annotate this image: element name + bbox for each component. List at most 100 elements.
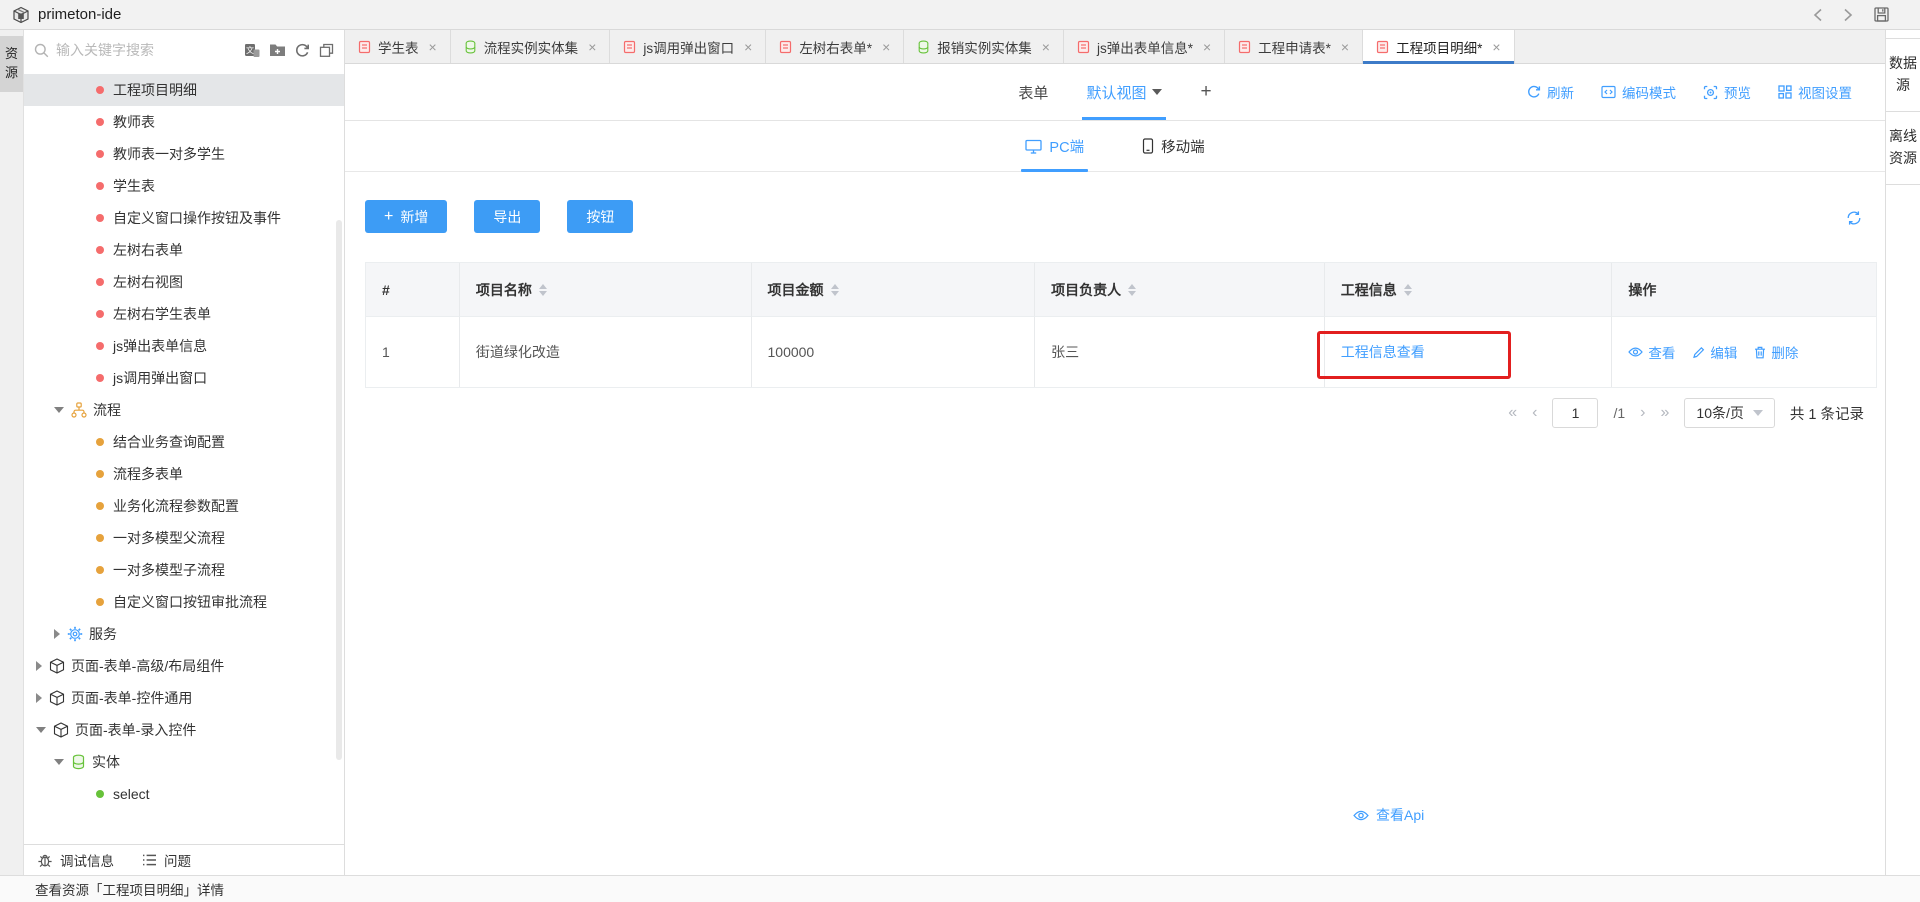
tree-item-one-to-many-parent[interactable]: 一对多模型父流程 <box>24 522 344 554</box>
tree-item-one-to-many-child[interactable]: 一对多模型子流程 <box>24 554 344 586</box>
sync-icon[interactable] <box>1846 210 1862 226</box>
tree-item-custom-approve-process[interactable]: 自定义窗口按钮审批流程 <box>24 586 344 618</box>
tab-student-table[interactable]: 学生表 × <box>345 30 451 63</box>
expand-caret-icon[interactable] <box>54 407 64 413</box>
tree-item-project-detail[interactable]: 工程项目明细 <box>24 74 344 106</box>
close-icon[interactable]: × <box>429 39 437 55</box>
tree-node-entity[interactable]: 实体 <box>24 746 344 778</box>
add-view-button[interactable]: + <box>1200 81 1211 103</box>
close-icon[interactable]: × <box>1042 39 1050 55</box>
refresh-icon[interactable] <box>295 43 310 58</box>
code-window-icon <box>1601 85 1616 99</box>
page-number-input[interactable]: 1 <box>1552 398 1598 428</box>
offline-resources-rail-tab[interactable]: 离线资源 <box>1886 112 1920 185</box>
tree-item-biz-query-config[interactable]: 结合业务查询配置 <box>24 426 344 458</box>
tree-item-biz-process-params[interactable]: 业务化流程参数配置 <box>24 490 344 522</box>
edit-row-button[interactable]: 编辑 <box>1692 342 1737 362</box>
sidebar-scrollbar[interactable] <box>336 220 342 760</box>
tree-node-page-input-controls[interactable]: 页面-表单-录入控件 <box>24 714 344 746</box>
sort-icon[interactable] <box>831 284 839 296</box>
first-page-button[interactable]: « <box>1508 404 1517 422</box>
collapse-caret-icon[interactable] <box>36 661 42 671</box>
tree-item-process-multi-form[interactable]: 流程多表单 <box>24 458 344 490</box>
tree-item-js-popup-form-info[interactable]: js弹出表单信息 <box>24 330 344 362</box>
collapse-all-icon[interactable] <box>319 43 334 58</box>
form-icon <box>623 40 636 54</box>
tree-item-js-call-popup[interactable]: js调用弹出窗口 <box>24 362 344 394</box>
tree-item-custom-window-buttons[interactable]: 自定义窗口操作按钮及事件 <box>24 202 344 234</box>
code-mode-button[interactable]: 编码模式 <box>1601 82 1676 102</box>
cell-actions: 查看 编辑 删除 <box>1612 316 1876 387</box>
view-row-button[interactable]: 查看 <box>1628 342 1675 362</box>
problems-button[interactable]: 问题 <box>142 850 191 870</box>
close-icon[interactable]: × <box>1492 39 1500 55</box>
column-header-project-name[interactable]: 项目名称 <box>460 263 752 316</box>
tree-node-services[interactable]: 服务 <box>24 618 344 650</box>
add-button[interactable]: + 新增 <box>365 200 447 233</box>
prev-page-button[interactable]: ‹ <box>1532 404 1537 422</box>
folder-add-icon[interactable] <box>269 43 286 57</box>
collapse-caret-icon[interactable] <box>54 629 60 639</box>
sort-icon[interactable] <box>539 284 547 296</box>
tab-mobile[interactable]: 移动端 <box>1142 136 1205 157</box>
add-button-label: 新增 <box>400 207 428 227</box>
column-header-engineering-info[interactable]: 工程信息 <box>1325 263 1613 316</box>
tree-item-label: 页面-表单-控件通用 <box>71 688 192 708</box>
tab-left-tree-right-form[interactable]: 左树右表单* × <box>766 30 904 63</box>
delete-row-button[interactable]: 删除 <box>1754 342 1798 362</box>
close-icon[interactable]: × <box>1341 39 1349 55</box>
tree-item-label: 一对多模型父流程 <box>113 528 225 548</box>
resources-rail-tab[interactable]: 资源 <box>0 36 23 92</box>
close-icon[interactable]: × <box>1203 39 1211 55</box>
tree-node-process[interactable]: 流程 <box>24 394 344 426</box>
tab-process-instance-entities[interactable]: 流程实例实体集 × <box>451 30 611 63</box>
back-button[interactable] <box>1813 8 1823 22</box>
column-header-project-amount[interactable]: 项目金额 <box>752 263 1036 316</box>
tree-item-left-tree-student-form[interactable]: 左树右学生表单 <box>24 298 344 330</box>
tab-pc[interactable]: PC端 <box>1025 136 1084 157</box>
column-header-project-owner[interactable]: 项目负责人 <box>1035 263 1325 316</box>
sort-icon[interactable] <box>1404 284 1412 296</box>
export-button[interactable]: 导出 <box>474 200 540 233</box>
save-button[interactable] <box>1873 6 1890 23</box>
tab-js-popup-form-info[interactable]: js弹出表单信息* × <box>1064 30 1225 63</box>
tree-item-teacher-students[interactable]: 教师表一对多学生 <box>24 138 344 170</box>
view-api-link[interactable]: 查看Api <box>1353 805 1424 825</box>
orange-dot-icon <box>96 438 104 446</box>
plus-icon: + <box>384 209 393 225</box>
close-icon[interactable]: × <box>744 39 752 55</box>
debug-info-button[interactable]: 调试信息 <box>37 850 114 870</box>
tree-item-teacher-table[interactable]: 教师表 <box>24 106 344 138</box>
default-view-tab[interactable]: 默认视图 <box>1086 82 1162 103</box>
view-settings-button[interactable]: 视图设置 <box>1778 82 1852 102</box>
chevron-down-icon[interactable] <box>1152 89 1162 95</box>
close-icon[interactable]: × <box>588 39 596 55</box>
tree-node-page-advanced-layout[interactable]: 页面-表单-高级/布局组件 <box>24 650 344 682</box>
tab-project-apply-form[interactable]: 工程申请表* × <box>1225 30 1363 63</box>
form-view-tab[interactable]: 表单 <box>1018 82 1048 103</box>
search-input[interactable] <box>56 42 237 58</box>
tab-project-detail[interactable]: 工程项目明细* × <box>1363 30 1514 63</box>
custom-button[interactable]: 按钮 <box>567 200 633 233</box>
sort-icon[interactable] <box>1128 284 1136 296</box>
engineering-info-link[interactable]: 工程信息查看 <box>1341 342 1425 362</box>
last-page-button[interactable]: » <box>1661 404 1670 422</box>
tab-reimburse-instance-entities[interactable]: 报销实例实体集 × <box>904 30 1064 63</box>
tree-item-left-tree-right-form[interactable]: 左树右表单 <box>24 234 344 266</box>
tree-item-student-table[interactable]: 学生表 <box>24 170 344 202</box>
tree-item-select[interactable]: select <box>24 778 344 810</box>
page-size-select[interactable]: 10条/页 <box>1684 398 1774 428</box>
forward-button[interactable] <box>1843 8 1853 22</box>
tree-item-left-tree-right-view[interactable]: 左树右视图 <box>24 266 344 298</box>
model-doc-icon[interactable]: 文 <box>244 43 260 58</box>
expand-caret-icon[interactable] <box>36 727 46 733</box>
preview-button[interactable]: 预览 <box>1703 82 1751 102</box>
refresh-button[interactable]: 刷新 <box>1527 82 1574 102</box>
tab-js-call-popup[interactable]: js调用弹出窗口 × <box>610 30 766 63</box>
expand-caret-icon[interactable] <box>54 759 64 765</box>
tree-node-page-common-controls[interactable]: 页面-表单-控件通用 <box>24 682 344 714</box>
close-icon[interactable]: × <box>882 39 890 55</box>
collapse-caret-icon[interactable] <box>36 693 42 703</box>
datasource-rail-tab[interactable]: 数据源 <box>1886 38 1920 112</box>
next-page-button[interactable]: › <box>1640 404 1645 422</box>
